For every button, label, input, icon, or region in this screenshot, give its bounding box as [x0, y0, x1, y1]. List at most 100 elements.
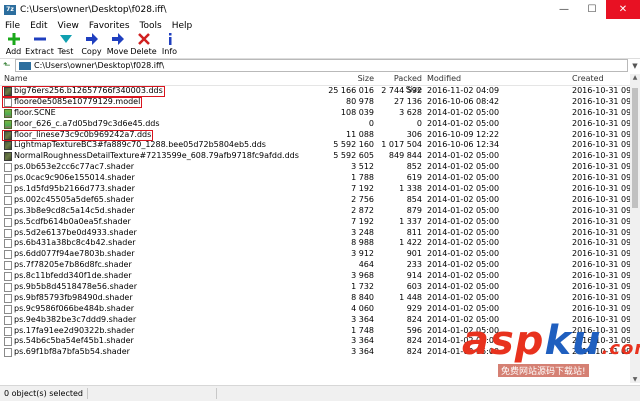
menu-file[interactable]: File — [0, 21, 25, 31]
file-size: 3 248 — [351, 227, 374, 237]
file-icon — [4, 304, 12, 314]
file-modified: 2014-01-02 05:00 — [427, 260, 500, 270]
file-icon — [4, 337, 12, 347]
list-item[interactable]: ps.7f78205e7b86d8fc.shader 464 233 2014-01-… — [0, 260, 630, 271]
list-item[interactable]: floor_626_c.a7d05bd79c3d6e45.dds 0 0 2014-0… — [0, 119, 630, 130]
list-item[interactable]: ps.9c9586f066be484b.shader 4 060 929 2014-0… — [0, 304, 630, 315]
file-name-text: ps.3b8e9cd8c5a14c5d.shader — [14, 205, 135, 215]
file-created: 2016-10-31 09:14 — [572, 205, 630, 215]
file-icon — [4, 217, 12, 227]
menu-tools[interactable]: Tools — [135, 21, 167, 31]
file-created: 2016-10-31 09:14 — [572, 227, 630, 237]
file-name-text: LightmapTextureBC3#fa889c70_1288.bee05d7… — [14, 140, 266, 150]
list-item[interactable]: ps.0cac9c906e155014.shader 1 788 619 2014-0… — [0, 173, 630, 184]
file-icon — [4, 206, 12, 216]
scroll-thumb[interactable] — [632, 88, 638, 208]
test-button[interactable]: Test — [53, 32, 78, 56]
watermark-text: aspku.com — [462, 318, 640, 364]
file-modified: 2016-10-09 12:22 — [427, 129, 500, 139]
chevron-down-icon[interactable]: ▼ — [630, 62, 640, 70]
list-item[interactable]: ps.1d5fd95b2166d773.shader 7 192 1 338 2014… — [0, 184, 630, 195]
file-name: LightmapTextureBC3#fa889c70_1288.bee05d7… — [4, 140, 266, 151]
file-size: 2 872 — [351, 205, 374, 215]
watermark-logo: aspku.com 免费网站源码下载站! — [462, 318, 640, 386]
list-item[interactable]: ps.5d2e6137be0d4933.shader 3 248 811 2014-0… — [0, 228, 630, 239]
file-created: 2016-10-31 09:14 — [572, 238, 630, 248]
file-created: 2016-10-31 09:14 — [572, 151, 630, 161]
file-packed-size: 811 — [406, 227, 422, 237]
file-name-text: floor.SCNE — [14, 107, 56, 117]
file-name: ps.17fa91ee2d90322b.shader — [4, 326, 134, 337]
file-created: 2016-10-31 09:14 — [572, 96, 630, 106]
file-modified: 2014-01-02 05:00 — [427, 118, 500, 128]
file-size: 0 — [368, 118, 374, 128]
column-size[interactable]: Size — [300, 74, 374, 85]
maximize-button[interactable]: ☐ — [578, 0, 606, 19]
column-created[interactable]: Created — [572, 74, 604, 85]
menu-edit[interactable]: Edit — [25, 21, 52, 31]
delete-button[interactable]: Delete — [130, 32, 157, 56]
address-bar: ⬑ C:\Users\owner\Desktop\f028.iff\ ▼ — [0, 59, 640, 72]
list-item[interactable]: floor.SCNE 108 039 3 628 2014-01-02 05:00 20… — [0, 108, 630, 119]
file-size: 464 — [358, 260, 374, 270]
scene-file-icon — [4, 108, 12, 118]
copy-label: Copy — [81, 47, 102, 56]
file-size: 1 748 — [351, 325, 374, 335]
file-packed-size: 0 — [416, 118, 422, 128]
list-item[interactable]: ps.9bf85793fb98490d.shader 8 840 1 448 2014… — [0, 293, 630, 304]
file-name: ps.5cdfb614b0a0ea5f.shader — [4, 217, 131, 228]
list-item[interactable]: ps.8c11bfedd340f1de.shader 3 968 914 2014-0… — [0, 271, 630, 282]
file-packed-size: 1 338 — [399, 184, 422, 194]
extract-icon — [32, 32, 48, 46]
file-name-text: ps.5d2e6137be0d4933.shader — [14, 227, 137, 237]
list-item[interactable]: big76ers256.b12657766f340003.dds 25 166 0… — [0, 86, 630, 97]
list-item[interactable]: ps.6b431a38bc8c4b42.shader 8 988 1 422 2014… — [0, 238, 630, 249]
scroll-up-icon[interactable]: ▲ — [630, 74, 640, 81]
menu-view[interactable]: View — [53, 21, 84, 31]
list-item[interactable]: ps.9b5b8d4518478e56.shader 1 732 603 2014-0… — [0, 282, 630, 293]
list-item[interactable]: ps.3b8e9cd8c5a14c5d.shader 2 872 879 2014-0… — [0, 206, 630, 217]
file-name-text: ps.0cac9c906e155014.shader — [14, 173, 135, 183]
file-name-text: ps.9b5b8d4518478e56.shader — [14, 282, 137, 292]
info-button[interactable]: Info — [157, 32, 182, 56]
address-path: C:\Users\owner\Desktop\f028.iff\ — [34, 61, 165, 70]
file-packed-size: 1 337 — [399, 216, 422, 226]
file-modified: 2014-01-02 05:00 — [427, 271, 500, 281]
file-packed-size: 901 — [406, 249, 422, 259]
file-created: 2016-10-31 09:14 — [572, 173, 630, 183]
list-item[interactable]: floor_linese73c9c0b969242a7.dds 11 088 306… — [0, 129, 630, 141]
file-icon — [4, 250, 12, 260]
file-icon — [4, 272, 12, 282]
copy-button[interactable]: Copy — [79, 32, 104, 56]
list-item[interactable]: ps.002c45505a5def65.shader 2 756 854 2014-0… — [0, 195, 630, 206]
list-item[interactable]: floore0e5085e10779129.model 80 978 27 136 2… — [0, 96, 630, 108]
file-packed-size: 2 744 592 — [381, 86, 422, 95]
column-name[interactable]: Name — [4, 74, 28, 85]
minimize-button[interactable]: — — [550, 0, 578, 19]
move-button[interactable]: Move — [105, 32, 130, 56]
menu-help[interactable]: Help — [167, 21, 198, 31]
column-modified[interactable]: Modified — [427, 74, 461, 85]
title-bar: 7z C:\Users\owner\Desktop\f028.iff\ — ☐ … — [0, 0, 640, 20]
up-folder-icon[interactable]: ⬑ — [3, 61, 15, 71]
file-name-text: floor_626_c.a7d05bd79c3d6e45.dds — [14, 118, 160, 128]
file-name: floor.SCNE — [4, 108, 56, 119]
file-icon — [4, 261, 12, 271]
list-item[interactable]: ps.0b653e2cc6c77ac7.shader 3 512 852 2014-0… — [0, 162, 630, 173]
window-title: C:\Users\owner\Desktop\f028.iff\ — [20, 4, 167, 15]
list-item[interactable]: ps.6dd077f94ae7803b.shader 3 912 901 2014-0… — [0, 249, 630, 260]
list-item[interactable]: LightmapTextureBC3#fa889c70_1288.bee05d7… — [0, 140, 630, 151]
menu-favorites[interactable]: Favorites — [84, 21, 135, 31]
address-input[interactable]: C:\Users\owner\Desktop\f028.iff\ — [15, 59, 628, 72]
close-button[interactable]: ✕ — [606, 0, 640, 19]
list-item[interactable]: NormalRoughnessDetailTexture#7213599e_60… — [0, 151, 630, 162]
file-name-text: ps.6dd077f94ae7803b.shader — [14, 249, 135, 259]
file-modified: 2014-01-02 05:00 — [427, 205, 500, 215]
file-created: 2016-10-31 09:14 — [572, 303, 630, 313]
add-button[interactable]: Add — [1, 32, 26, 56]
file-modified: 2014-01-02 05:00 — [427, 184, 500, 194]
extract-button[interactable]: Extract — [25, 32, 54, 56]
file-name-text: ps.002c45505a5def65.shader — [14, 194, 134, 204]
add-icon — [6, 32, 22, 46]
list-item[interactable]: ps.5cdfb614b0a0ea5f.shader 7 192 1 337 2014… — [0, 217, 630, 228]
